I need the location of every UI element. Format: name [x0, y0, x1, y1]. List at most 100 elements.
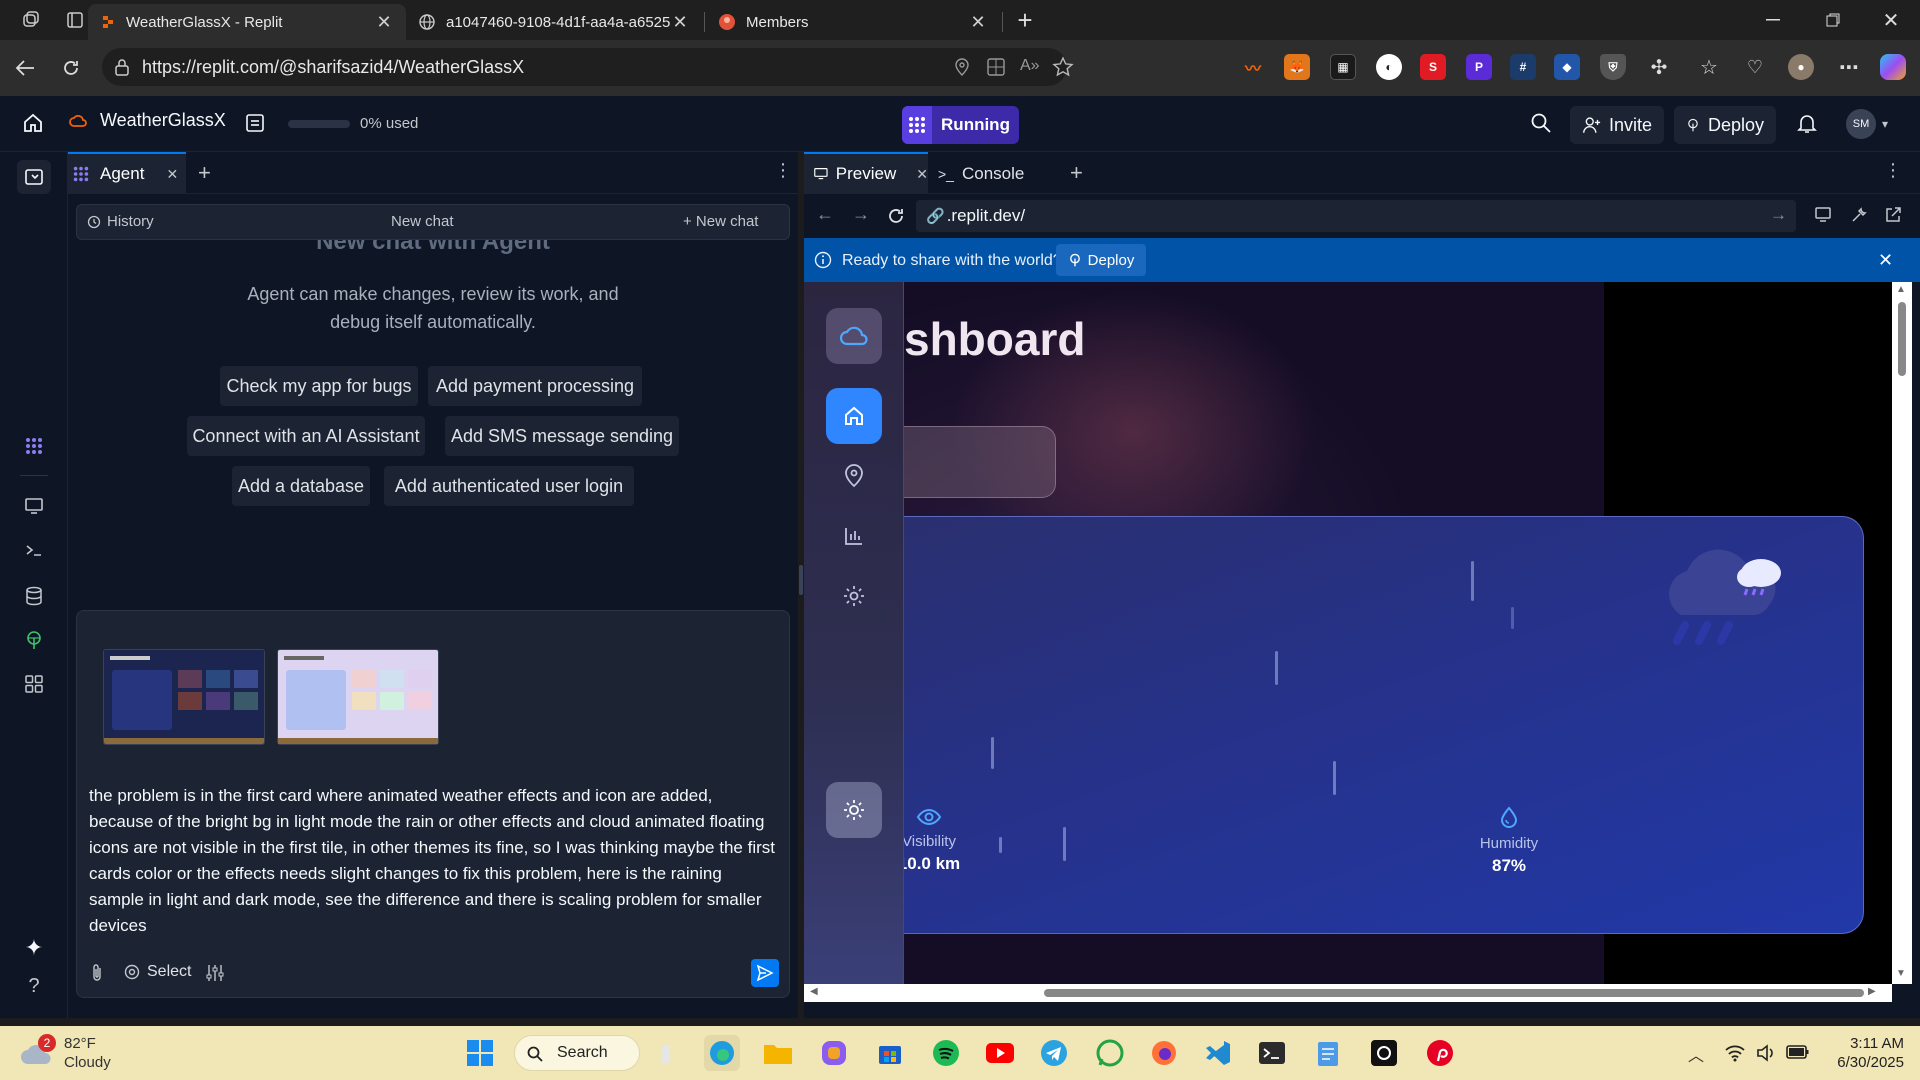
attachment-thumbnail-light[interactable]	[277, 649, 439, 745]
scrollbar-thumb[interactable]	[1898, 302, 1906, 376]
preview-vertical-scrollbar[interactable]: ▲ ▼	[1892, 282, 1912, 984]
app-theme-sun-icon[interactable]	[826, 782, 882, 838]
open-new-tab-icon[interactable]	[1884, 206, 1902, 224]
extension-blue-icon[interactable]: ◆	[1554, 54, 1580, 80]
browser-tab-replit[interactable]: WeatherGlassX - Replit ✕	[88, 4, 406, 40]
extension-red-icon[interactable]: S	[1420, 54, 1446, 80]
attachment-thumbnail-dark[interactable]	[103, 649, 265, 745]
microsoft-store-icon[interactable]	[872, 1035, 908, 1071]
new-tab-button[interactable]: +	[1010, 5, 1040, 35]
tab-menu-icon[interactable]: ⋮	[774, 160, 792, 181]
extension-scribble-icon[interactable]: 〰	[1240, 54, 1266, 80]
app-nav-settings-gear-icon[interactable]	[826, 568, 882, 624]
extension-p-icon[interactable]: P	[1466, 54, 1492, 80]
send-button[interactable]	[751, 959, 779, 987]
whatsapp-icon[interactable]	[1092, 1035, 1128, 1071]
app-logo-cloud-icon[interactable]	[826, 308, 882, 364]
spotify-icon[interactable]	[928, 1035, 964, 1071]
user-menu[interactable]: SM ▾	[1846, 109, 1888, 139]
tab-actions-icon[interactable]	[60, 6, 90, 34]
invite-button[interactable]: Invite	[1570, 106, 1664, 144]
firefox-icon[interactable]	[1146, 1035, 1182, 1071]
scroll-left-arrow[interactable]: ◀	[810, 986, 818, 997]
reload-icon[interactable]	[56, 54, 86, 82]
more-options-icon[interactable]: ⋯	[1836, 54, 1862, 80]
app-preview-viewport[interactable]: shboard Visibility 10.0 km Humidity 87%	[804, 282, 1892, 984]
telegram-icon[interactable]	[1036, 1035, 1072, 1071]
go-arrow-icon[interactable]: →	[1770, 205, 1787, 225]
scroll-right-arrow[interactable]: ▶	[1868, 986, 1876, 997]
copilot-icon[interactable]	[1880, 54, 1906, 80]
youtube-icon[interactable]	[982, 1035, 1018, 1071]
preview-monitor-icon[interactable]	[20, 492, 48, 520]
attach-paperclip-icon[interactable]	[89, 963, 105, 983]
scroll-up-arrow[interactable]: ▲	[1896, 284, 1906, 295]
preview-back-icon[interactable]: ←	[816, 204, 834, 225]
battery-icon[interactable]	[1786, 1044, 1810, 1060]
weather-widget[interactable]: 2 82°F Cloudy	[20, 1034, 111, 1072]
edge-browser-icon[interactable]	[704, 1035, 740, 1071]
minimize-button[interactable]	[1758, 6, 1788, 34]
suggestion-check-bugs[interactable]: Check my app for bugs	[220, 366, 418, 406]
chatgpt-icon[interactable]	[1366, 1035, 1402, 1071]
notifications-bell-icon[interactable]	[1796, 112, 1818, 134]
agent-icon[interactable]	[20, 432, 48, 460]
message-input[interactable]: the problem is in the first card where a…	[89, 783, 779, 939]
wifi-icon[interactable]	[1724, 1044, 1746, 1062]
shield-icon[interactable]: ⛨	[1600, 54, 1626, 80]
project-title[interactable]: WeatherGlassX	[68, 110, 226, 131]
pinterest-icon[interactable]	[1422, 1035, 1458, 1071]
suggestion-ai-assistant[interactable]: Connect with an AI Assistant	[187, 416, 425, 456]
app-nav-home-icon[interactable]	[826, 388, 882, 444]
scroll-down-arrow[interactable]: ▼	[1896, 968, 1906, 979]
chat-composer[interactable]: the problem is in the first card where a…	[76, 610, 790, 998]
vscode-icon[interactable]	[1200, 1035, 1236, 1071]
suggestion-database[interactable]: Add a database	[232, 466, 370, 506]
close-banner-icon[interactable]: ✕	[1878, 250, 1893, 271]
address-bar[interactable]: https://replit.com/@sharifsazid4/Weather…	[102, 48, 1074, 86]
running-button[interactable]: Running	[902, 106, 1019, 144]
suggestion-user-login[interactable]: Add authenticated user login	[384, 466, 634, 506]
app-nav-location-icon[interactable]	[826, 448, 882, 504]
tab-console[interactable]: >_ Console	[938, 164, 1024, 184]
clock[interactable]: 3:11 AM 6/30/2025	[1826, 1034, 1904, 1072]
search-icon[interactable]	[1530, 112, 1552, 134]
show-hidden-icons-chevron[interactable]: ︿	[1688, 1042, 1704, 1066]
preview-horizontal-scrollbar[interactable]: ◀ ▶	[804, 984, 1892, 1002]
toggle-sidebar-icon[interactable]	[17, 160, 51, 194]
tab-menu-icon[interactable]: ⋮	[1884, 160, 1902, 181]
new-chat-button[interactable]: + New chat	[683, 213, 758, 230]
extension-hash-icon[interactable]: #	[1510, 54, 1536, 80]
sparkle-icon[interactable]: ✦	[20, 934, 48, 962]
metamask-extension-icon[interactable]: 🦊	[1284, 54, 1310, 80]
location-pin-icon[interactable]	[954, 58, 970, 76]
start-windows-icon[interactable]	[462, 1035, 498, 1071]
settings-sliders-icon[interactable]	[205, 963, 225, 983]
volume-icon[interactable]	[1756, 1044, 1778, 1062]
favorite-star-icon[interactable]	[1052, 56, 1074, 78]
suggestion-payment[interactable]: Add payment processing	[428, 366, 642, 406]
select-element-button[interactable]: Select	[123, 963, 191, 981]
panel-resize-handle[interactable]	[799, 565, 803, 595]
notepad-icon[interactable]	[1310, 1035, 1346, 1071]
devtools-wrench-icon[interactable]	[1850, 206, 1868, 224]
all-tools-grid-icon[interactable]	[20, 670, 48, 698]
preview-forward-icon[interactable]: →	[852, 204, 870, 225]
console-icon[interactable]	[20, 536, 48, 564]
close-icon[interactable]: ✕	[916, 166, 928, 183]
preview-reload-icon[interactable]	[886, 206, 906, 226]
back-button[interactable]	[10, 54, 40, 82]
file-explorer-icon[interactable]	[760, 1035, 796, 1071]
tab-agent[interactable]: Agent ✕	[68, 152, 186, 194]
history-button[interactable]: History	[87, 213, 154, 230]
browser-tab-members[interactable]: Members ✕	[706, 4, 1000, 40]
add-tab-button[interactable]: +	[198, 160, 211, 186]
add-tab-button[interactable]: +	[1070, 160, 1083, 186]
profile-avatar[interactable]: ●	[1788, 54, 1814, 80]
close-icon[interactable]: ✕	[166, 166, 178, 183]
close-window-button[interactable]: ✕	[1876, 6, 1906, 34]
restore-button[interactable]	[1818, 6, 1848, 34]
database-icon[interactable]	[20, 582, 48, 610]
task-view-icon[interactable]: ▮	[648, 1035, 684, 1071]
suggestion-sms[interactable]: Add SMS message sending	[445, 416, 679, 456]
